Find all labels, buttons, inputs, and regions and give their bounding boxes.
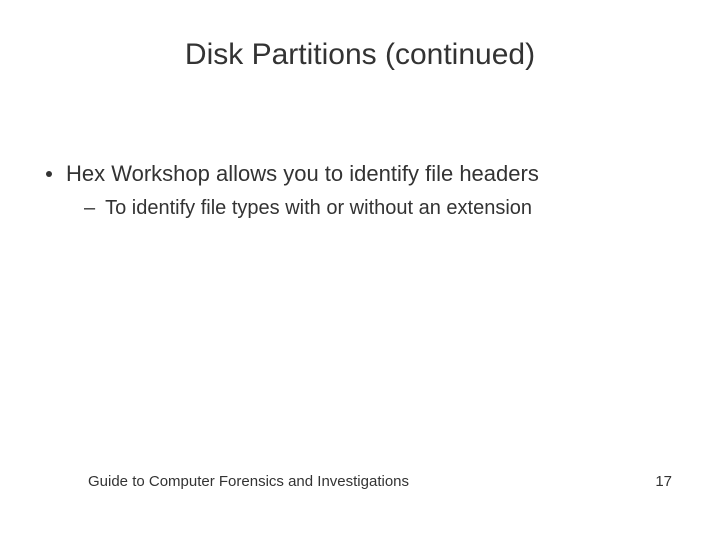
dash-icon: –	[84, 195, 95, 221]
bullet-item: Hex Workshop allows you to identify file…	[40, 160, 680, 189]
bullet-dot-icon	[46, 171, 52, 177]
footer-text: Guide to Computer Forensics and Investig…	[88, 473, 409, 490]
slide: Disk Partitions (continued) Hex Workshop…	[0, 0, 720, 540]
slide-title: Disk Partitions (continued)	[0, 38, 720, 72]
page-number: 17	[655, 473, 672, 490]
subbullet-text: To identify file types with or without a…	[105, 195, 532, 221]
subbullet-item: – To identify file types with or without…	[84, 195, 680, 221]
slide-body: Hex Workshop allows you to identify file…	[40, 160, 680, 221]
bullet-text: Hex Workshop allows you to identify file…	[66, 160, 539, 189]
